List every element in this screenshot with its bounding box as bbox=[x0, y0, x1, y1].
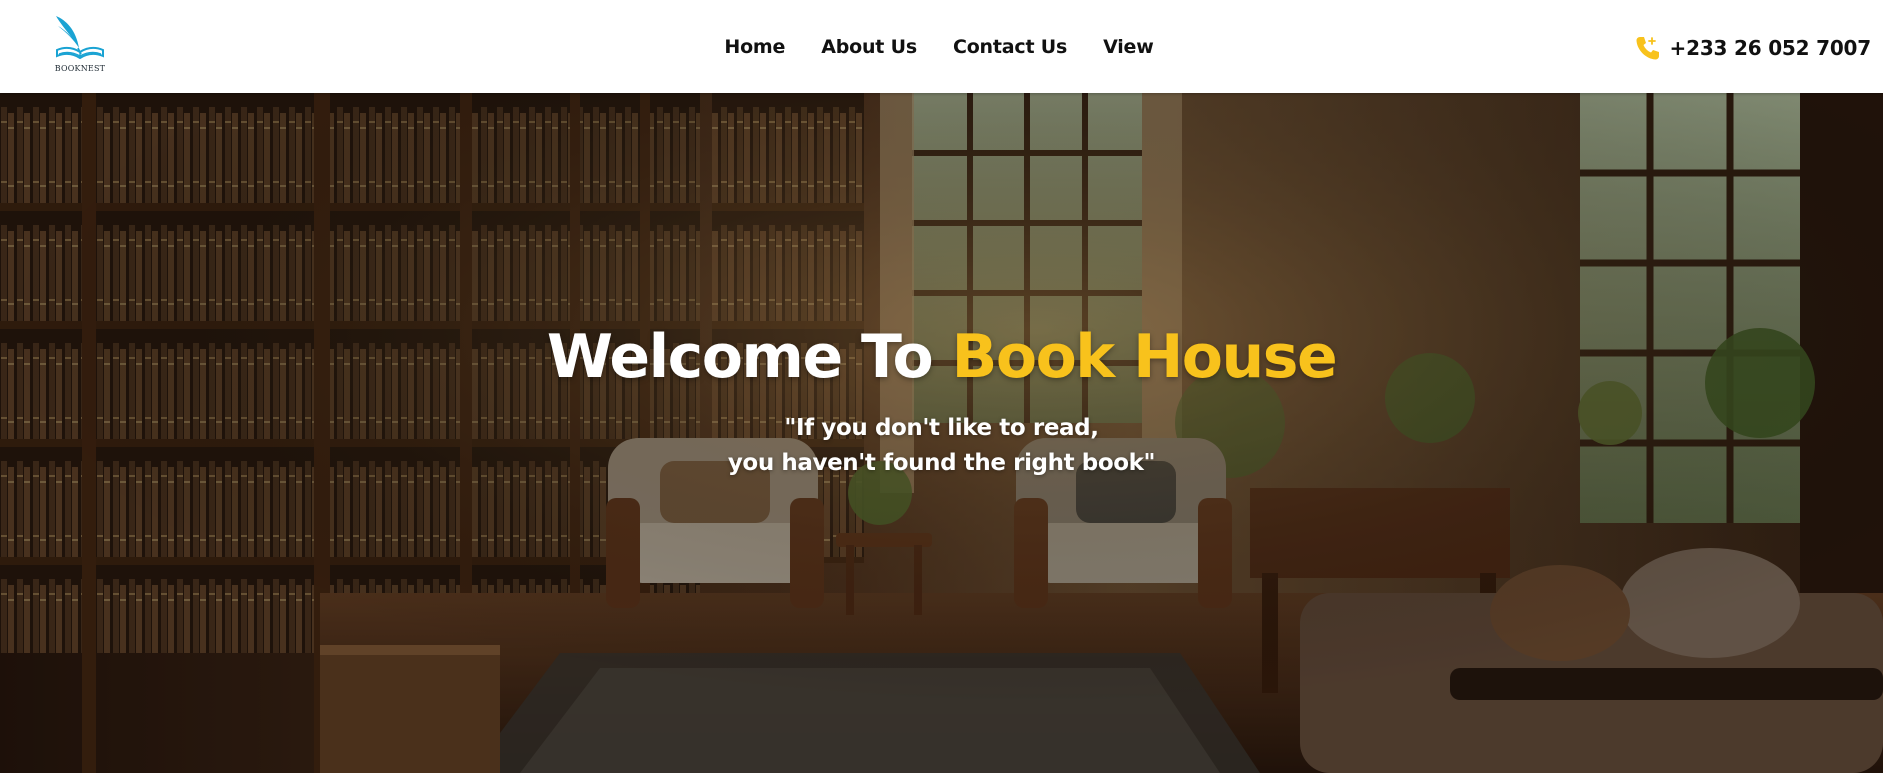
logo-link[interactable]: BOOKNEST bbox=[52, 14, 108, 76]
nav-view[interactable]: View bbox=[1099, 32, 1158, 62]
hero-title: Welcome To Book House bbox=[0, 321, 1883, 393]
nav-contact-us[interactable]: Contact Us bbox=[949, 32, 1071, 62]
phone-number[interactable]: +233 26 052 7007 bbox=[1670, 36, 1872, 60]
hero-content: Welcome To Book House "If you don't like… bbox=[0, 321, 1883, 481]
site-header: BOOKNEST Home About Us Contact Us View +… bbox=[0, 0, 1883, 93]
phone-icon bbox=[1636, 37, 1659, 60]
hero-quote-line-1: "If you don't like to read, bbox=[784, 415, 1099, 441]
hero-section: Welcome To Book House "If you don't like… bbox=[0, 93, 1883, 773]
hero-quote-line-2: you haven't found the right book" bbox=[727, 450, 1156, 476]
nav-about-us[interactable]: About Us bbox=[817, 32, 921, 62]
nav-home[interactable]: Home bbox=[720, 32, 789, 62]
hero-title-highlight: Book House bbox=[951, 322, 1338, 392]
book-quill-logo-icon bbox=[56, 16, 104, 60]
hero-title-prefix: Welcome To bbox=[546, 322, 934, 392]
logo-text: BOOKNEST bbox=[54, 64, 106, 73]
main-nav: Home About Us Contact Us View bbox=[0, 0, 1883, 93]
phone-contact[interactable]: +233 26 052 7007 bbox=[1634, 34, 1871, 62]
hero-quote: "If you don't like to read, you haven't … bbox=[0, 411, 1883, 481]
